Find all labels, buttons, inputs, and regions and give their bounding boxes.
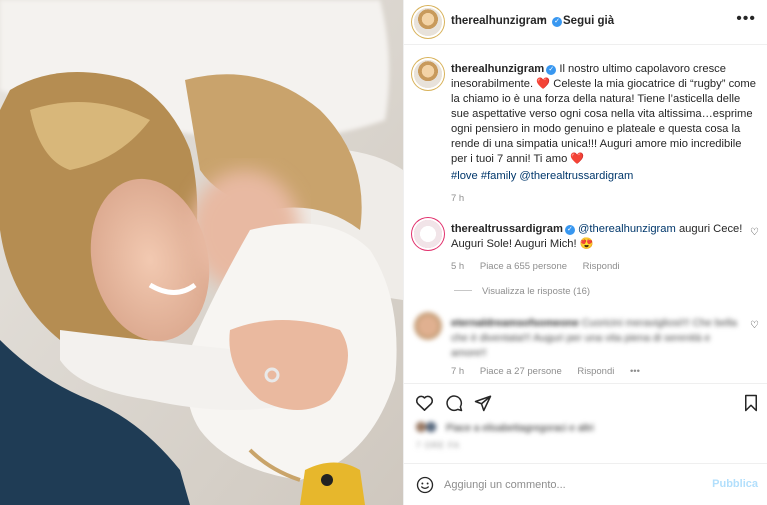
- verified-badge-icon: ✓: [546, 65, 557, 75]
- comment-more-icon[interactable]: •••: [630, 366, 640, 377]
- comment-composer: Pubblica: [404, 463, 767, 505]
- view-replies-label: Visualizza le risposte (16): [482, 286, 591, 297]
- comment-input[interactable]: [444, 475, 699, 495]
- comment-text: eternaldreamsofsomeone Cuoricini meravig…: [451, 316, 746, 361]
- header-separator: •: [540, 14, 544, 26]
- reply-button[interactable]: Rispondi: [583, 261, 620, 272]
- share-icon[interactable]: [474, 394, 492, 415]
- post-actions: [404, 383, 767, 423]
- comment-text: therealtrussardigram ✓ @therealhunzigram …: [451, 222, 746, 252]
- post-photo-image: [0, 0, 403, 505]
- comment-like-heart-icon[interactable]: ♡: [750, 320, 759, 331]
- comment-meta: 5 h Piace a 655 persone Rispondi: [451, 261, 633, 272]
- comment-username[interactable]: therealtrussardigram: [451, 223, 563, 235]
- comment-icon[interactable]: [445, 394, 463, 415]
- comment-avatar[interactable]: [414, 312, 442, 340]
- likes-avatars: [416, 421, 442, 433]
- heart-icon[interactable]: [415, 394, 434, 415]
- replies-divider: [454, 290, 472, 291]
- caption-author-avatar[interactable]: [414, 60, 442, 88]
- following-button[interactable]: Segui già: [563, 15, 614, 27]
- comment-avatar[interactable]: [414, 220, 442, 248]
- comment-like-heart-icon[interactable]: ♡: [750, 227, 759, 238]
- caption-timestamp: 7 h: [451, 193, 465, 204]
- verified-badge-icon: ✓: [564, 225, 575, 235]
- comment-mention[interactable]: @therealhunzigram: [578, 223, 676, 235]
- post-photo[interactable]: [0, 0, 403, 505]
- comment-username[interactable]: eternaldreamsofsomeone: [451, 317, 579, 329]
- more-icon[interactable]: •••: [736, 10, 756, 28]
- post-header: therealhunzigram ✓ • Segui già •••: [404, 0, 767, 45]
- header-username[interactable]: therealhunzigram: [451, 15, 547, 27]
- comment-meta: 7 h Piace a 27 persone Rispondi •••: [451, 366, 653, 377]
- caption-body: Il nostro ultimo capolavoro cresce ineso…: [451, 63, 756, 165]
- comment-likes[interactable]: Piace a 27 persone: [480, 366, 562, 377]
- view-replies-button[interactable]: Visualizza le risposte (16): [454, 286, 590, 297]
- likes-summary[interactable]: Piace a elisabettagregoraci e altri: [416, 421, 594, 434]
- verified-badge-icon: ✓: [552, 17, 563, 27]
- publish-button[interactable]: Pubblica: [712, 478, 758, 490]
- post-panel: therealhunzigram ✓ • Segui già ••• there…: [403, 0, 767, 505]
- reply-button[interactable]: Rispondi: [577, 366, 614, 377]
- header-username-wrap: therealhunzigram ✓: [451, 15, 563, 27]
- bookmark-icon[interactable]: [743, 394, 759, 415]
- author-avatar[interactable]: [414, 8, 442, 36]
- caption-username[interactable]: therealhunzigram: [451, 63, 544, 75]
- comment-time: 5 h: [451, 261, 465, 272]
- emoji-icon[interactable]: [416, 476, 434, 497]
- caption-text: therealhunzigram ✓ Il nostro ultimo capol…: [451, 62, 756, 167]
- comment-likes[interactable]: Piace a 655 persone: [480, 261, 567, 272]
- post-date: 7 ORE FA: [416, 441, 461, 450]
- comment-time: 7 h: [451, 366, 465, 377]
- caption-hashtags[interactable]: #love #family @therealtrussardigram: [451, 170, 633, 182]
- likes-summary-text: Piace a elisabettagregoraci e altri: [446, 423, 594, 434]
